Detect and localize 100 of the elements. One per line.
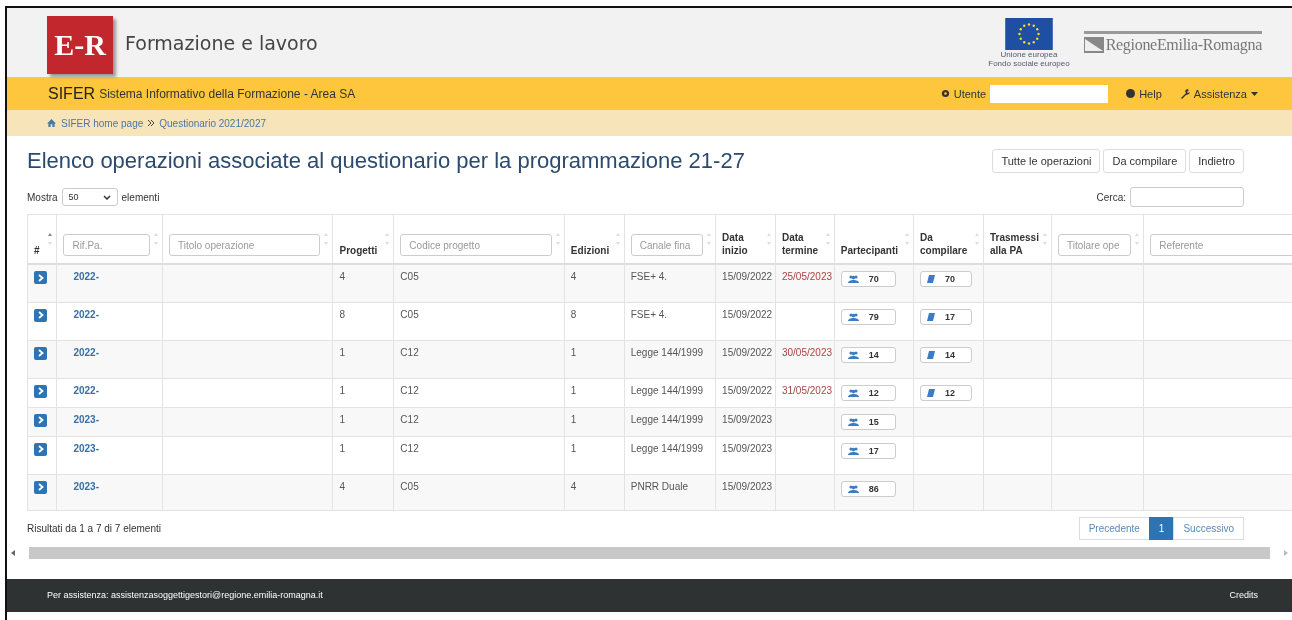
scroll-right-icon[interactable] — [1284, 549, 1288, 556]
open-row-button[interactable] — [34, 413, 47, 427]
table-cell: 1 — [339, 442, 346, 454]
participants-badge[interactable]: 86 — [840, 480, 896, 497]
to-fill-badge[interactable]: 70 — [919, 271, 972, 287]
table-cell: C12 — [400, 346, 419, 358]
open-row-button[interactable] — [34, 346, 47, 360]
table-cell: 15/09/2022 — [722, 384, 773, 396]
open-row-button[interactable] — [34, 480, 47, 494]
show-label: Mostra — [27, 191, 58, 203]
toolbar-button[interactable]: Tutte le operazioni — [992, 149, 1101, 173]
app-title: Formazione e lavoro — [125, 31, 319, 54]
table-cell: 1 — [339, 384, 346, 396]
user-link[interactable]: Utente — [953, 87, 987, 100]
column-filter-field[interactable]: Titolo operazione — [168, 234, 321, 256]
toolbar-button[interactable]: Da compilare — [1103, 149, 1187, 173]
table-cell: 4 — [570, 271, 577, 282]
table-cell: 4 — [570, 480, 577, 492]
table-cell: 25/05/2023 — [781, 271, 832, 282]
home-icon — [47, 119, 56, 127]
table-cell: Legge 144/1999 — [630, 384, 704, 396]
open-row-button[interactable] — [34, 308, 47, 322]
region-name: RegioneEmilia-Romagna — [1105, 36, 1262, 54]
column-filter-field[interactable]: Referente — [1150, 234, 1292, 256]
column-filter-field[interactable]: Canale fina — [630, 234, 704, 256]
wrench-icon — [1179, 88, 1190, 99]
page-length-select[interactable]: 50 — [61, 188, 118, 206]
pagination-button[interactable]: 1 — [1148, 517, 1175, 540]
chevron-right-icon — [37, 387, 44, 395]
people-icon — [847, 350, 859, 359]
column-header[interactable]: Progetti — [339, 244, 378, 257]
credits-link[interactable]: Credits — [1229, 590, 1258, 600]
breadcrumb-link[interactable]: Questionario 2021/2027 — [159, 117, 266, 129]
participants-badge[interactable]: 12 — [840, 384, 896, 401]
reference-link[interactable]: 2022- — [73, 384, 99, 396]
reference-link[interactable]: 2023- — [73, 442, 99, 454]
eu-flag-icon — [1004, 17, 1053, 50]
search-label: Cerca: — [1096, 191, 1126, 203]
pagination-button[interactable]: Precedente — [1078, 517, 1150, 540]
chevron-right-icon — [37, 483, 44, 491]
participants-badge[interactable]: 14 — [840, 346, 896, 363]
pagination-button[interactable]: Successivo — [1173, 517, 1244, 540]
help-link[interactable]: Help — [1139, 87, 1162, 100]
reference-link[interactable]: 2023- — [73, 413, 99, 425]
open-row-button[interactable] — [34, 442, 47, 456]
breadcrumb-link[interactable]: SIFER home page — [61, 117, 144, 129]
gear-icon — [940, 89, 950, 98]
participants-badge[interactable]: 17 — [840, 442, 896, 459]
results-info: Risultati da 1 a 7 di 7 elementi — [27, 523, 161, 534]
region-emblem-icon — [1083, 37, 1104, 53]
column-header[interactable]: Edizioni — [570, 244, 610, 257]
chevron-right-icon — [37, 445, 44, 453]
column-header[interactable]: # — [34, 244, 40, 257]
reference-link[interactable]: 2023- — [73, 480, 99, 492]
toolbar-button[interactable]: Indietro — [1189, 149, 1244, 173]
participants-badge[interactable]: 70 — [840, 271, 896, 287]
table-cell: 15/09/2023 — [722, 480, 773, 492]
page-title: Elenco operazioni associate al questionario per la programmazione 21-27 — [27, 148, 746, 174]
to-fill-badge[interactable]: 17 — [919, 308, 972, 325]
participants-badge[interactable]: 79 — [840, 308, 896, 325]
reference-link[interactable]: 2022- — [73, 271, 99, 282]
table-cell: C05 — [400, 308, 419, 320]
chevron-right-icon — [37, 273, 44, 282]
column-filter-field[interactable]: Titolare ope — [1058, 234, 1132, 256]
search-field[interactable] — [1130, 187, 1244, 207]
caret-icon — [1251, 91, 1258, 96]
horizontal-scrollbar[interactable] — [11, 546, 1288, 559]
table-cell: C05 — [400, 271, 419, 282]
participants-badge[interactable]: 15 — [840, 413, 896, 430]
help-icon — [1126, 89, 1136, 98]
eu-caption: Unione europea — [1000, 49, 1058, 59]
people-icon — [847, 446, 859, 455]
table-cell: 1 — [570, 442, 577, 454]
chevron-right-icon — [37, 416, 44, 424]
scroll-left-icon[interactable] — [11, 549, 15, 556]
column-filter-field[interactable]: Codice progetto — [400, 234, 552, 256]
table-cell: 15/09/2023 — [722, 413, 773, 425]
chevron-icon — [148, 120, 155, 126]
column-filter-field[interactable]: Rif.Pa. — [63, 234, 150, 256]
table-cell: Legge 144/1999 — [630, 442, 704, 454]
table-cell: Legge 144/1999 — [630, 413, 704, 425]
brand-name: SIFER — [48, 84, 96, 103]
book-icon — [926, 275, 935, 283]
reference-link[interactable]: 2022- — [73, 346, 99, 358]
table-cell: 1 — [570, 384, 577, 396]
logo-badge: E-R — [47, 15, 113, 74]
column-header[interactable]: Partecipanti — [840, 244, 899, 257]
reference-link[interactable]: 2022- — [73, 308, 99, 320]
open-row-button[interactable] — [34, 271, 47, 284]
sort-icon[interactable] — [48, 233, 53, 245]
to-fill-badge[interactable]: 12 — [919, 384, 972, 401]
open-row-button[interactable] — [34, 384, 47, 398]
people-icon — [847, 417, 859, 426]
chevron-right-icon — [37, 311, 44, 319]
assistance-menu[interactable]: Assistenza — [1193, 87, 1247, 100]
people-icon — [847, 388, 859, 397]
table-cell: 4 — [339, 480, 346, 492]
to-fill-badge[interactable]: 14 — [919, 346, 972, 363]
table-cell: C12 — [400, 384, 419, 396]
table-cell: Legge 144/1999 — [630, 346, 704, 358]
